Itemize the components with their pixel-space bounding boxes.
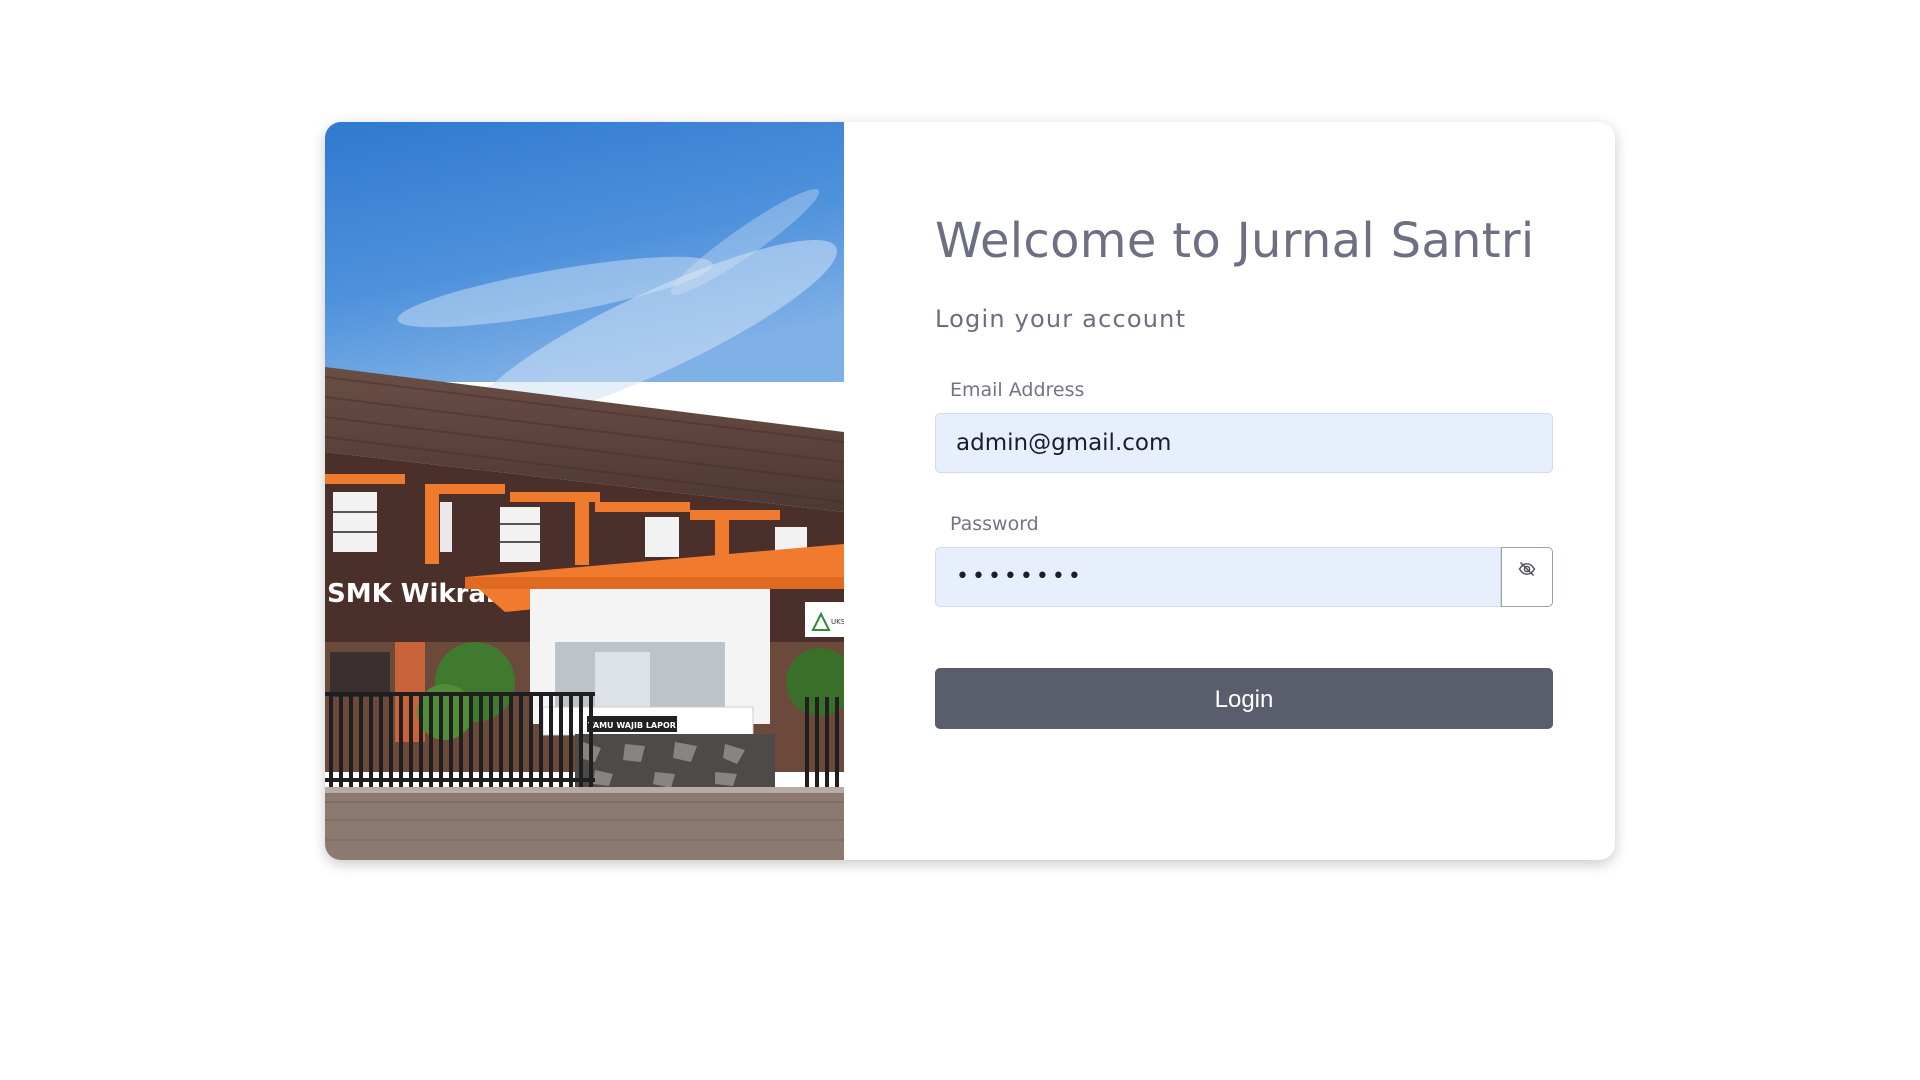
login-card: SMK Wikrama TAMU WAJIB LAPOR UKS Welcome…	[325, 122, 1615, 860]
password-row: ••••••••	[935, 547, 1553, 607]
login-button[interactable]: Login	[935, 668, 1553, 729]
booth-sign-text: TAMU WAJIB LAPOR	[588, 721, 676, 730]
school-photo: SMK Wikrama TAMU WAJIB LAPOR UKS	[325, 122, 844, 860]
email-label: Email Address	[950, 379, 1085, 401]
password-label: Password	[950, 513, 1039, 535]
page-title: Welcome to Jurnal Santri	[935, 213, 1535, 269]
password-visibility-toggle[interactable]	[1501, 547, 1553, 607]
email-field[interactable]: admin@gmail.com	[935, 413, 1553, 473]
page-subtitle: Login your account	[935, 305, 1187, 333]
password-field[interactable]: ••••••••	[935, 547, 1501, 607]
login-form-panel: Welcome to Jurnal Santri Login your acco…	[844, 122, 1615, 860]
eye-slash-icon	[1518, 561, 1536, 581]
uks-sign-text: UKS	[831, 618, 844, 626]
